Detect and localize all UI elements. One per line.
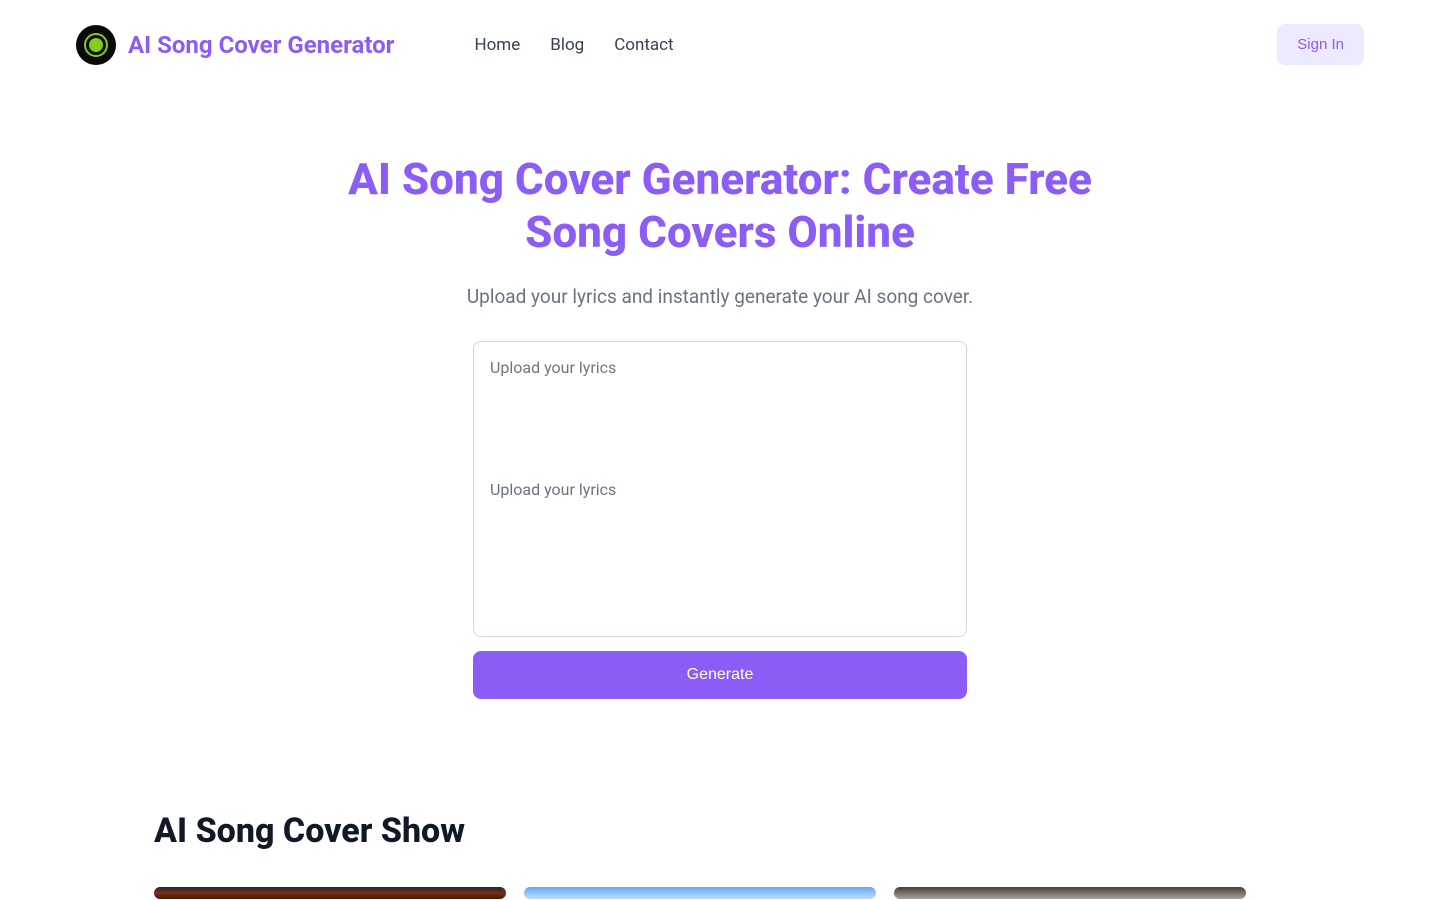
header-left-wrapper: AI Song Cover Generator Home Blog Contac…	[76, 25, 674, 65]
nav-blog[interactable]: Blog	[550, 35, 584, 55]
logo-icon	[76, 25, 116, 65]
hero-subtitle: Upload your lyrics and instantly generat…	[467, 283, 973, 312]
showcase-grid	[154, 887, 1286, 899]
showcase-card[interactable]	[524, 887, 876, 899]
showcase-card[interactable]	[154, 887, 506, 899]
header: AI Song Cover Generator Home Blog Contac…	[0, 0, 1440, 89]
hero: AI Song Cover Generator: Create Free Son…	[0, 89, 1440, 699]
brand[interactable]: AI Song Cover Generator	[76, 25, 394, 65]
sign-in-button[interactable]: Sign In	[1277, 24, 1364, 65]
showcase-section: AI Song Cover Show	[0, 699, 1440, 899]
nav-contact[interactable]: Contact	[614, 35, 673, 55]
header-right: Sign In	[1277, 24, 1364, 65]
brand-name: AI Song Cover Generator	[128, 31, 394, 59]
generate-button[interactable]: Generate	[473, 651, 967, 699]
nav-home[interactable]: Home	[474, 35, 520, 55]
showcase-card[interactable]	[894, 887, 1246, 899]
nav-links: Home Blog Contact	[474, 35, 673, 55]
showcase-title: AI Song Cover Show	[154, 811, 1286, 851]
lyrics-input-wrapper[interactable]: Upload your lyrics	[473, 341, 967, 637]
hero-title: AI Song Cover Generator: Create Free Son…	[310, 153, 1130, 259]
lyrics-input[interactable]	[474, 342, 966, 636]
